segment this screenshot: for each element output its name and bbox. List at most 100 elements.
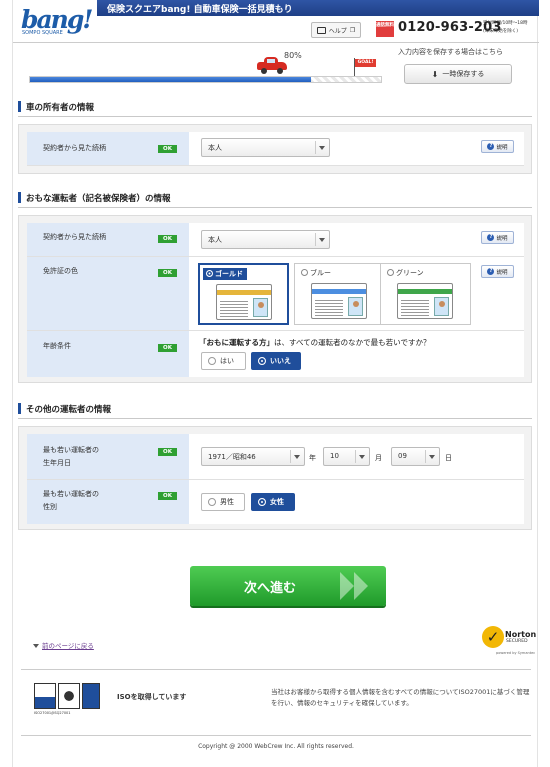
age-condition-label-cell: 年齢条件 OK: [27, 331, 189, 377]
temp-save-button[interactable]: ⬇ 一時保存する: [404, 64, 512, 84]
bang-logo[interactable]: bang! SOMPO SQUARE: [19, 3, 93, 39]
age-question-bold: 「おもに運転する方」: [199, 338, 274, 347]
norton-powered: powered by Symantec: [496, 651, 536, 655]
age-yes-label: はい: [220, 357, 234, 365]
license-option-green[interactable]: グリーン: [380, 263, 471, 325]
copyright: Copyright @ 2000 WebCrew Inc. All rights…: [198, 743, 354, 750]
radio-icon: [387, 269, 394, 276]
radio-icon: [301, 269, 308, 276]
ok-badge: OK: [158, 235, 177, 243]
birthdate-label-2: 生年月日: [43, 459, 71, 467]
license-option-blue[interactable]: ブルー: [294, 263, 385, 325]
help-label: ヘルプ: [328, 27, 347, 35]
back-link-label: 前のページに戻る: [42, 642, 94, 650]
chevron-down-icon: [319, 238, 325, 242]
license-option-label: ブルー: [298, 267, 335, 279]
norton-secured: SECURED: [506, 639, 528, 644]
chevron-down-icon: [429, 455, 435, 459]
gender-label-cell: 最も若い運転者の 性別 OK: [27, 480, 189, 524]
birth-month-select[interactable]: 10: [323, 447, 370, 466]
green-license-card-icon: [397, 283, 453, 319]
driver-relation-value: 本人: [208, 236, 222, 244]
year-unit: 年: [309, 454, 316, 462]
ok-badge: OK: [158, 145, 177, 153]
radio-icon: [258, 498, 266, 506]
birth-month-value: 10: [330, 452, 339, 460]
section-divider: [18, 418, 532, 419]
birth-day-value: 09: [398, 452, 407, 460]
question-icon: ?: [487, 143, 495, 150]
gender-option-female[interactable]: 女性: [251, 493, 295, 511]
explain-button[interactable]: ? 説明: [481, 231, 514, 244]
driver-relation-label: 契約者から見た続柄: [43, 233, 106, 241]
day-unit: 日: [445, 454, 452, 462]
age-no-label: いいえ: [270, 357, 291, 365]
footer-divider: [21, 735, 531, 736]
radio-icon: [258, 357, 266, 365]
page-frame: bang! SOMPO SQUARE 保険スクエアbang! 自動車保険一括見積…: [12, 0, 539, 767]
car-icon: [257, 57, 287, 74]
save-note: 入力内容を保存する場合はこちら: [398, 48, 503, 56]
birth-year-value: 1971／昭和46: [208, 453, 256, 461]
gender-option-male[interactable]: 男性: [201, 493, 245, 511]
driver-relation-select[interactable]: 本人: [201, 230, 330, 249]
footer-divider: [21, 669, 531, 670]
birthdate-label-cell: 最も若い運転者の 生年月日 OK: [27, 434, 189, 479]
license-green-text: グリーン: [396, 269, 424, 277]
birth-day-select[interactable]: 09: [391, 447, 440, 466]
chevron-down-icon: [319, 146, 325, 150]
owner-relation-label-cell: 契約者から見た続柄 OK: [27, 132, 189, 165]
license-color-label: 免許証の色: [43, 267, 78, 275]
explain-button[interactable]: ? 説明: [481, 140, 514, 153]
download-icon: ⬇: [431, 69, 439, 79]
gold-license-card-icon: [216, 284, 272, 320]
isms-logo-icon: [58, 683, 80, 709]
age-option-yes[interactable]: はい: [201, 352, 246, 370]
ok-badge: OK: [158, 344, 177, 352]
age-condition-row: 年齢条件 OK 「おもに運転する方」は、すべての運転者のなかで最も若いですか？ …: [27, 331, 524, 377]
radio-icon: [208, 357, 216, 365]
owner-relation-select[interactable]: 本人: [201, 138, 330, 157]
hours-line-2: (年末年始を除く): [483, 29, 519, 34]
temp-save-label: 一時保存する: [442, 70, 485, 78]
checkmark-icon: ✓: [482, 626, 504, 648]
license-color-label-cell: 免許証の色 OK: [27, 257, 189, 330]
help-button[interactable]: ヘルプ ❐: [311, 22, 361, 38]
back-link[interactable]: 前のページに戻る: [33, 640, 94, 650]
question-icon: ?: [487, 268, 495, 275]
license-option-label: ゴールド: [203, 268, 247, 280]
gender-row: 最も若い運転者の 性別 OK 男性 女性: [27, 480, 524, 524]
anab-logo-icon: [34, 683, 56, 709]
norton-badge[interactable]: ✓ Norton SECURED powered by Symantec: [482, 624, 544, 658]
explain-label: 説明: [496, 269, 508, 276]
banner-text: 保険スクエアbang! 自動車保険一括見積もり: [107, 5, 293, 15]
driver-relation-row: 契約者から見た続柄 OK 本人 ? 説明: [27, 223, 524, 257]
blue-license-card-icon: [311, 283, 367, 319]
driver-panel: 契約者から見た続柄 OK 本人 ? 説明 免許証の色 OK ゴールド ブルー グ…: [18, 215, 532, 383]
license-option-gold[interactable]: ゴールド: [198, 263, 289, 325]
privacy-statement: 当社はお客様から取得する個人情報を含むすべての情報についてISO27001に基づ…: [271, 688, 530, 707]
owner-panel: 契約者から見た続柄 OK 本人 ? 説明: [18, 124, 532, 174]
gender-female-label: 女性: [270, 498, 284, 506]
next-button[interactable]: 次へ進む: [190, 566, 386, 606]
age-option-no[interactable]: いいえ: [251, 352, 301, 370]
ok-badge: OK: [158, 448, 177, 456]
age-question-rest: は、すべての運転者のなかで最も若いですか？: [274, 338, 431, 347]
section-divider: [18, 207, 532, 208]
norton-name: Norton: [505, 630, 537, 639]
month-unit: 月: [375, 454, 382, 462]
section-divider: [18, 116, 532, 117]
ok-badge: OK: [158, 269, 177, 277]
iso-caption: ISO27001/JISQ27001: [34, 711, 71, 715]
driver-relation-label-cell: 契約者から見た続柄 OK: [27, 223, 189, 256]
chevron-right-icon: [340, 572, 354, 600]
birth-year-select[interactable]: 1971／昭和46: [201, 447, 305, 466]
explain-button[interactable]: ? 説明: [481, 265, 514, 278]
birthdate-row: 最も若い運転者の 生年月日 OK 1971／昭和46 年 10 月 09 日: [27, 434, 524, 480]
birthdate-label-1: 最も若い運転者の: [43, 446, 99, 454]
question-icon: ?: [487, 234, 495, 241]
radio-icon: [208, 498, 216, 506]
owner-relation-row: 契約者から見た続柄 OK 本人 ? 説明: [27, 132, 524, 166]
progress-bar: [29, 76, 382, 83]
title-banner: 保険スクエアbang! 自動車保険一括見積もり: [97, 0, 539, 16]
